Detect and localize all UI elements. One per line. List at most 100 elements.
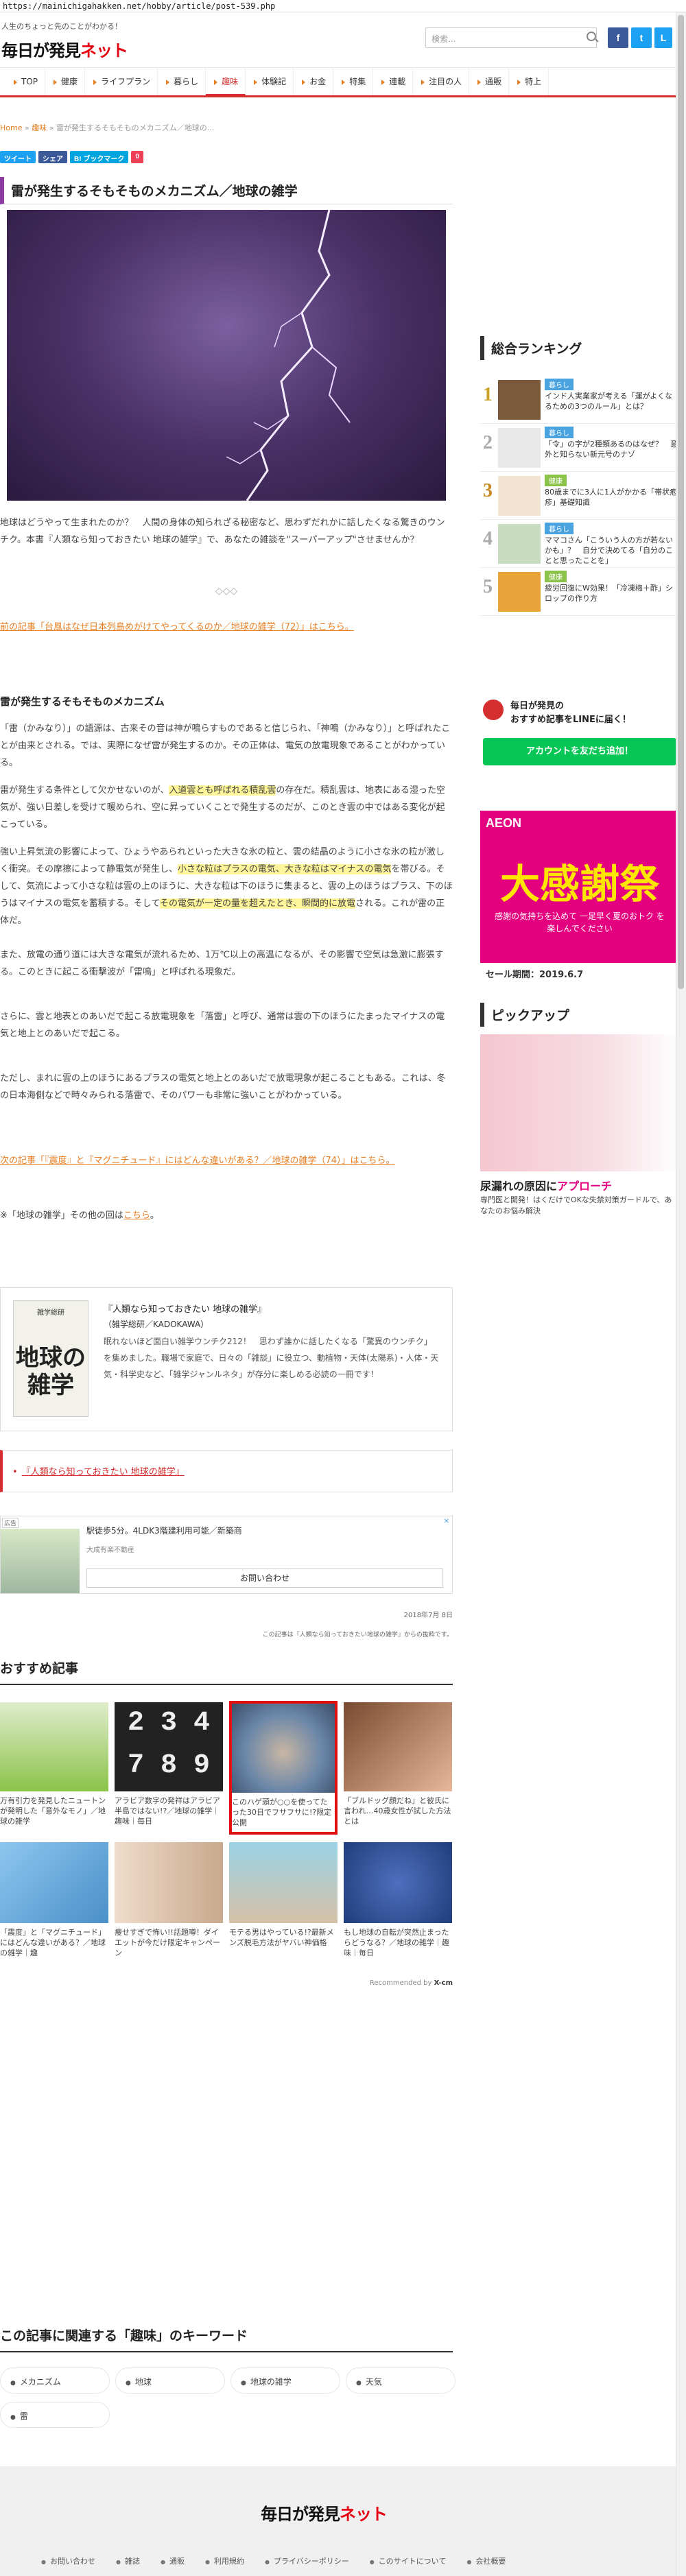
highlight-text: 入道雲とも呼ばれる積乱雲 (169, 785, 276, 796)
footer-link[interactable]: 利用規約 (205, 2555, 244, 2566)
footer-link[interactable]: このサイトについて (370, 2555, 447, 2566)
series-link[interactable]: こちら (123, 1211, 150, 1221)
footer-link[interactable]: プライバシーポリシー (265, 2555, 349, 2566)
pickup-image[interactable] (480, 1034, 679, 1171)
footer-logo[interactable]: 毎日が発見ネット (261, 2501, 388, 2525)
prev-article-link[interactable]: 前の記事「台風はなぜ日本列島めがけてやってくるのか／地球の雑学（72）」はこちら… (0, 619, 453, 636)
nav-item-money[interactable]: お金 (294, 68, 334, 95)
breadcrumb-category[interactable]: 趣味 (32, 123, 47, 132)
ranking-item[interactable]: 2 暮らし 「令」の字が2種類あるのはなぜ？ 意外と知らない新元号のナゾ (480, 424, 679, 472)
nav-item-living[interactable]: 暮らし (158, 68, 206, 95)
highlight-text: 小さな粒はプラスの電気、大きな粒はマイナスの電気 (177, 864, 392, 874)
nav-item-health[interactable]: 健康 (45, 68, 86, 95)
ad-cta-button[interactable]: お問い合わせ (86, 1569, 443, 1588)
nav-item-feature[interactable]: 特集 (333, 68, 374, 95)
aeon-ad-banner[interactable]: AEON 大感謝祭 感謝の気持ちを込めて 一足早く夏のおトク を楽しんでください… (480, 811, 679, 982)
line-add-friend-button[interactable]: アカウントを友だち追加！ (483, 738, 676, 765)
credit-text: Recommended by (369, 1979, 432, 1987)
note-text: 。 (150, 1211, 159, 1221)
address-bar[interactable]: https://mainichigahakken.net/hobby/artic… (0, 0, 686, 12)
next-article-link[interactable]: 次の記事「『震度』と『マグニチュード』にはどんな違いがある？／地球の雑学（74）… (0, 1152, 453, 1169)
line-subscribe-box: 毎日が発見の おすすめ記事をLINEに届く！ アカウントを友だち追加！ (480, 693, 679, 768)
recommend-item[interactable]: モテる男はやっている!?最新メンズ脱毛方法がヤバい神価格 (229, 1842, 338, 1948)
rank-text: 疲労回復にW効果！「冷凍梅＋酢」シロップの作り方 (545, 584, 673, 603)
keyword-tag[interactable]: 天気 (346, 2368, 456, 2394)
nav-item-special[interactable]: 特上 (509, 68, 549, 95)
site-logo[interactable]: 毎日が発見ネット (1, 37, 128, 61)
paragraph-1: 「雷（かみなり）」の語源は、古来その音は神が鳴らすものであると信じられ、「神鳴（… (0, 724, 451, 768)
article-title: 雷が発生するそもそものメカニズム／地球の雑学 (0, 177, 453, 204)
nav-item-top[interactable]: TOP (5, 68, 46, 95)
rank-image (498, 428, 541, 468)
rank-image (498, 524, 541, 564)
pickup-title-text: 尿漏れの原因に (480, 1180, 558, 1193)
keyword-tag[interactable]: メカニズム (0, 2368, 110, 2394)
pickup-title[interactable]: 尿漏れの原因にアプローチ (480, 1177, 612, 1193)
ad-label: 広告 (2, 1518, 19, 1528)
recommend-image (232, 1704, 335, 1793)
recommend-item[interactable]: このハゲ頭が○○を使ってたった30日でフサフサに!?限定公開 (229, 1701, 338, 1835)
recommend-item[interactable]: 万有引力を発見したニュートンが発明した「意外なモノ」／地球の雑学 (0, 1702, 108, 1826)
nav-item-hobby[interactable]: 趣味 (206, 68, 246, 95)
ranking-item[interactable]: 1 暮らし インド人実業家が考える「運がよくなるための3つのルール」とは？ (480, 376, 679, 424)
keyword-tag[interactable]: 雷 (0, 2402, 110, 2428)
ranking-item[interactable]: 4 暮らし ママコさん「こういう人の方が若ないかも」？ 自分で決めてる「自分のこ… (480, 520, 679, 568)
ad-close-icon[interactable]: ✕ (444, 1518, 449, 1525)
highlight-text: その電気が一定の量を超えたとき、瞬間的に放電 (159, 898, 356, 909)
scrollbar-thumb[interactable] (678, 15, 684, 989)
twitter-icon[interactable]: t (631, 27, 652, 48)
paragraph-2: 雷が発生する条件として欠かせないのが、入道雲とも呼ばれる積乱雲の存在だ。積乱雲は… (0, 782, 453, 833)
ad-banner[interactable]: 広告 駅徒歩5分。4LDK3階建利用可能／新築商 大成有楽不動産 お問い合わせ … (0, 1516, 453, 1594)
nav-item-shop[interactable]: 通販 (469, 68, 510, 95)
rank-text: 「令」の字が2種類あるのはなぜ？ 意外と知らない新元号のナゾ (545, 440, 678, 459)
facebook-icon[interactable]: f (608, 27, 628, 48)
nav-item-experience[interactable]: 体験記 (246, 68, 294, 95)
rank-number: 1 (483, 384, 493, 405)
book-link[interactable]: 『人類なら知っておきたい 地球の雑学』 (22, 1467, 185, 1477)
pocket-button[interactable]: 0 (131, 151, 143, 163)
search-input[interactable]: 検索... (425, 27, 597, 48)
recommend-item[interactable]: もし地球の自転が突然止まったらどうなる？／地球の雑学｜趣味｜毎日 (344, 1842, 452, 1958)
ranking-item[interactable]: 5 健康 疲労回復にW効果！「冷凍梅＋酢」シロップの作り方 (480, 568, 679, 616)
series-note: ※「地球の雑学」その他の回はこちら。 (0, 1207, 453, 1224)
pickup-heading: ピックアップ (480, 1003, 679, 1027)
footer-link[interactable]: 雑誌 (116, 2555, 140, 2566)
site-header: 人生のちょっと先のことがわかる！ 毎日が発見ネット 検索... f t L (0, 12, 686, 67)
keywords-heading: この記事に関連する「趣味」のキーワード (0, 2326, 453, 2352)
rank-number: 5 (483, 576, 493, 597)
facebook-share-button[interactable]: シェア (38, 151, 67, 163)
paragraph-4: また、放電の通り道には大きな電気が流れるため、1万℃以上の高温になるが、その影響… (0, 950, 444, 977)
recommend-item[interactable]: 「震度」と「マグニチュード」にはどんな違いがある？／地球の雑学｜趣 (0, 1842, 108, 1958)
rank-tag: 健康 (545, 475, 567, 486)
recommend-item[interactable]: 痩せすぎで怖い!!話題噂！ダイエットが今だけ限定キャンペーン (115, 1842, 223, 1958)
book-cover-title: 地球の雑学 (16, 1344, 86, 1399)
ad-image (1, 1529, 80, 1593)
paragraph-3: 強い上昇気流の影響によって、ひょうやあられといった大きな氷の粒と、雲の結晶のよう… (0, 844, 453, 929)
share-bar: ツイート シェア B! ブックマーク 0 (0, 151, 143, 163)
search-icon[interactable] (587, 32, 596, 41)
ad-headline: 駅徒歩5分。4LDK3階建利用可能／新築商 (86, 1526, 242, 1536)
footer-link[interactable]: お問い合わせ (41, 2555, 95, 2566)
rank-image (498, 380, 541, 420)
keyword-tag[interactable]: 地球の雑学 (230, 2368, 340, 2394)
recommend-item[interactable]: 「ブルドッグ顔だね」と彼氏に言われ…40歳女性が試した方法とは (344, 1702, 452, 1826)
nav-item-lifeplan[interactable]: ライフプラン (85, 68, 158, 95)
tweet-button[interactable]: ツイート (0, 151, 36, 163)
recommend-text: 「ブルドッグ顔だね」と彼氏に言われ…40歳女性が試した方法とは (344, 1796, 451, 1826)
breadcrumb-home[interactable]: Home (0, 123, 22, 132)
nav-item-serial[interactable]: 連載 (373, 68, 414, 95)
line-subtitle: おすすめ記事をLINEに届く！ (510, 715, 631, 725)
rank-image (498, 476, 541, 516)
nav-item-people[interactable]: 注目の人 (413, 68, 470, 95)
book-cover[interactable]: 雑学総研 地球の雑学 (13, 1300, 88, 1417)
keyword-tag[interactable]: 地球 (115, 2368, 225, 2394)
ranking-item[interactable]: 3 健康 80歳までに3人に1人がかかる「帯状疱疹」基礎知識 (480, 472, 679, 520)
hatena-bookmark-button[interactable]: B! ブックマーク (70, 151, 129, 163)
footer-link[interactable]: 会社概要 (466, 2555, 506, 2566)
note-text: ※「地球の雑学」その他の回は (0, 1211, 123, 1221)
lightning-image (7, 209, 446, 501)
recommend-text: 「震度」と「マグニチュード」にはどんな違いがある？／地球の雑学｜趣 (0, 1928, 106, 1957)
line-icon[interactable]: L (654, 27, 672, 48)
footer-link[interactable]: 通販 (161, 2555, 185, 2566)
recommend-item[interactable]: 2 3 47 8 9 アラビア数字の発祥はアラビア半島ではない!?／地球の雑学｜趣… (115, 1702, 223, 1826)
